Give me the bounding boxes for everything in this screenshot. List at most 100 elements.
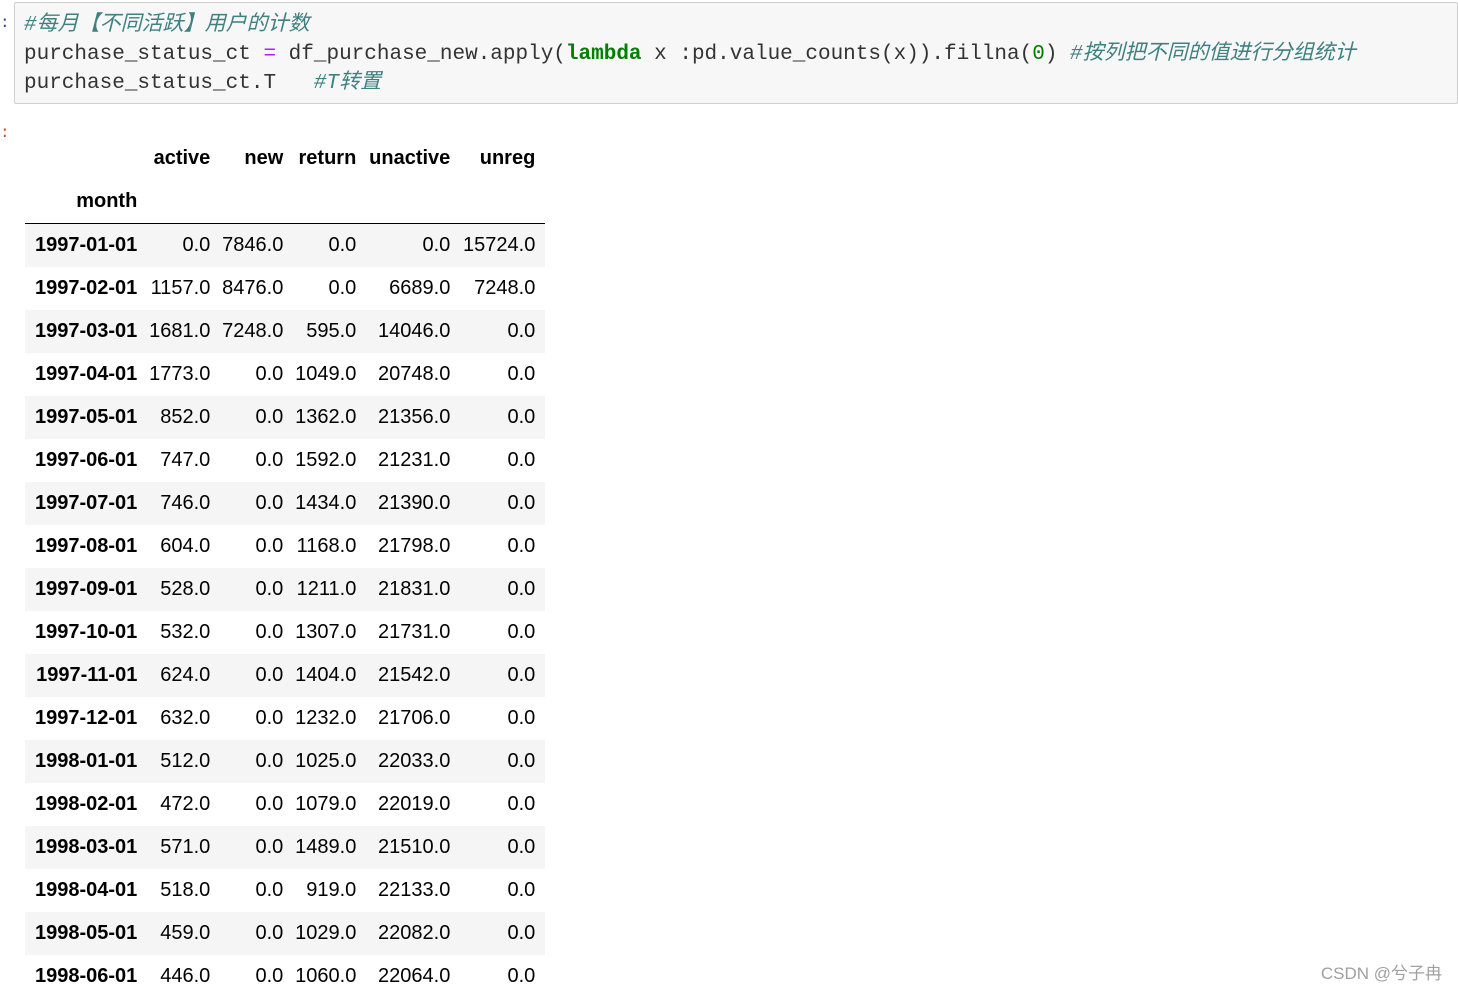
row-index-label: 1998-04-01 — [35, 879, 138, 901]
row-index-label: 1997-11-01 — [36, 664, 138, 686]
table-cell: 459.0 — [160, 922, 211, 944]
table-cell: 21356.0 — [378, 406, 451, 428]
table-cell: 8476.0 — [222, 277, 284, 299]
table-cell: 1211.0 — [296, 578, 357, 600]
table-cell: 7248.0 — [474, 277, 536, 299]
table-cell: 1025.0 — [295, 750, 357, 772]
table-cell: 1079.0 — [295, 793, 357, 815]
table-cell: 0.0 — [328, 277, 357, 299]
table-cell: 22133.0 — [378, 879, 451, 901]
row-index-label: 1997-10-01 — [35, 621, 138, 643]
table-cell: 746.0 — [160, 492, 211, 514]
table-cell: 1773.0 — [149, 363, 211, 385]
table-row: 1997-09-01 528.0 0.0 1211.0 21831.0 0.0 — [25, 568, 546, 611]
table-cell: 0.0 — [255, 965, 284, 987]
table-cell: 0.0 — [507, 621, 536, 643]
table-cell: 22064.0 — [378, 965, 451, 987]
table-cell: 518.0 — [160, 879, 211, 901]
table-cell: 0.0 — [507, 750, 536, 772]
row-index-label: 1997-03-01 — [35, 320, 138, 342]
index-name-header: month — [25, 180, 148, 224]
table-row: 1997-10-01 532.0 0.0 1307.0 21731.0 0.0 — [25, 611, 545, 654]
table-cell: 0.0 — [507, 320, 536, 342]
table-cell: 632.0 — [160, 707, 211, 729]
table-cell: 472.0 — [160, 793, 211, 815]
table-cell: 747.0 — [160, 449, 211, 471]
row-index-label: 1997-04-01 — [35, 363, 138, 385]
table-cell: 1362.0 — [295, 406, 357, 428]
table-row: 1998-03-01 571.0 0.0 1489.0 21510.0 0.0 — [25, 826, 546, 869]
blank-header-cell — [293, 180, 367, 224]
table-cell: 0.0 — [255, 535, 284, 557]
table-cell: 21731.0 — [378, 621, 451, 643]
table-cell: 0.0 — [255, 664, 284, 686]
row-index-label: 1997-07-01 — [35, 492, 138, 514]
code-token-comment: #每月【不同活跃】用户的计数 — [24, 14, 310, 37]
table-cell: 21706.0 — [378, 707, 451, 729]
code-token-plain: ) — [1044, 43, 1071, 66]
table-row: 1997-07-01 746.0 0.0 1434.0 21390.0 0.0 — [25, 482, 546, 525]
table-cell: 919.0 — [306, 879, 357, 901]
table-cell: 604.0 — [160, 535, 211, 557]
table-cell: 21231.0 — [378, 449, 451, 471]
row-index-label: 1997-12-01 — [35, 707, 138, 729]
column-header: unreg — [479, 147, 536, 169]
table-cell: 0.0 — [507, 965, 536, 987]
table-cell: 0.0 — [507, 707, 536, 729]
table-cell: 0.0 — [182, 234, 211, 256]
code-editor[interactable]: #每月【不同活跃】用户的计数 purchase_status_ct = df_pu… — [24, 11, 1356, 98]
table-cell: 0.0 — [507, 879, 536, 901]
table-cell: 1157.0 — [150, 277, 211, 299]
table-cell: 1049.0 — [295, 363, 357, 385]
table-cell: 22033.0 — [378, 750, 451, 772]
blank-header-cell — [460, 180, 546, 224]
table-cell: 1307.0 — [295, 621, 357, 643]
table-cell: 7846.0 — [222, 234, 284, 256]
blank-header-cell — [25, 137, 147, 180]
blank-header-cell — [220, 180, 294, 224]
table-row: 1997-04-01 1773.0 0.0 1049.0 20748.0 0.0 — [25, 353, 545, 396]
table-cell: 22082.0 — [378, 922, 451, 944]
table-cell: 1489.0 — [295, 836, 357, 858]
column-header-row: active new return unactive unreg — [25, 137, 545, 180]
blank-header-cell — [147, 180, 221, 224]
row-index-label: 1998-06-01 — [35, 965, 138, 987]
table-cell: 0.0 — [507, 492, 536, 514]
column-header: return — [298, 147, 357, 169]
table-cell: 1404.0 — [295, 664, 357, 686]
table-cell: 0.0 — [422, 234, 451, 256]
column-header: active — [153, 147, 211, 169]
table-cell: 1681.0 — [149, 320, 211, 342]
dataframe-body: 1997-01-01 0.0 7846.0 0.0 0.0 15724.0 1997-02-… — [25, 223, 546, 992]
table-cell: 0.0 — [255, 793, 284, 815]
table-row: 1998-06-01 446.0 0.0 1060.0 22064.0 0.0 — [25, 955, 545, 992]
row-index-label: 1998-01-01 — [35, 750, 138, 772]
table-cell: 21510.0 — [378, 836, 451, 858]
code-token-plain: purchase_status_ct.T — [24, 72, 314, 95]
table-row: 1998-05-01 459.0 0.0 1029.0 22082.0 0.0 — [25, 912, 546, 955]
dataframe-output: active new return unactive unreg month 1… — [25, 137, 546, 992]
code-input-cell[interactable]: #每月【不同活跃】用户的计数 purchase_status_ct = df_pu… — [14, 2, 1458, 104]
table-cell: 20748.0 — [378, 363, 451, 385]
code-token-kw: lambda — [565, 43, 642, 66]
index-name-row: month — [25, 180, 546, 224]
table-cell: 21798.0 — [378, 535, 451, 557]
row-index-label: 1998-03-01 — [35, 836, 138, 858]
table-cell: 0.0 — [507, 363, 536, 385]
table-cell: 512.0 — [160, 750, 211, 772]
table-cell: 1592.0 — [295, 449, 357, 471]
table-cell: 0.0 — [507, 449, 536, 471]
table-cell: 0.0 — [255, 363, 284, 385]
table-cell: 0.0 — [255, 406, 284, 428]
table-cell: 595.0 — [306, 320, 357, 342]
table-cell: 0.0 — [255, 879, 284, 901]
table-cell: 0.0 — [255, 492, 284, 514]
table-cell: 0.0 — [255, 750, 284, 772]
table-cell: 571.0 — [160, 836, 211, 858]
table-cell: 15724.0 — [463, 234, 536, 256]
table-cell: 0.0 — [255, 707, 284, 729]
table-cell: 0.0 — [255, 922, 284, 944]
table-cell: 1434.0 — [295, 492, 357, 514]
table-row: 1997-06-01 747.0 0.0 1592.0 21231.0 0.0 — [25, 439, 545, 482]
table-cell: 22019.0 — [378, 793, 451, 815]
